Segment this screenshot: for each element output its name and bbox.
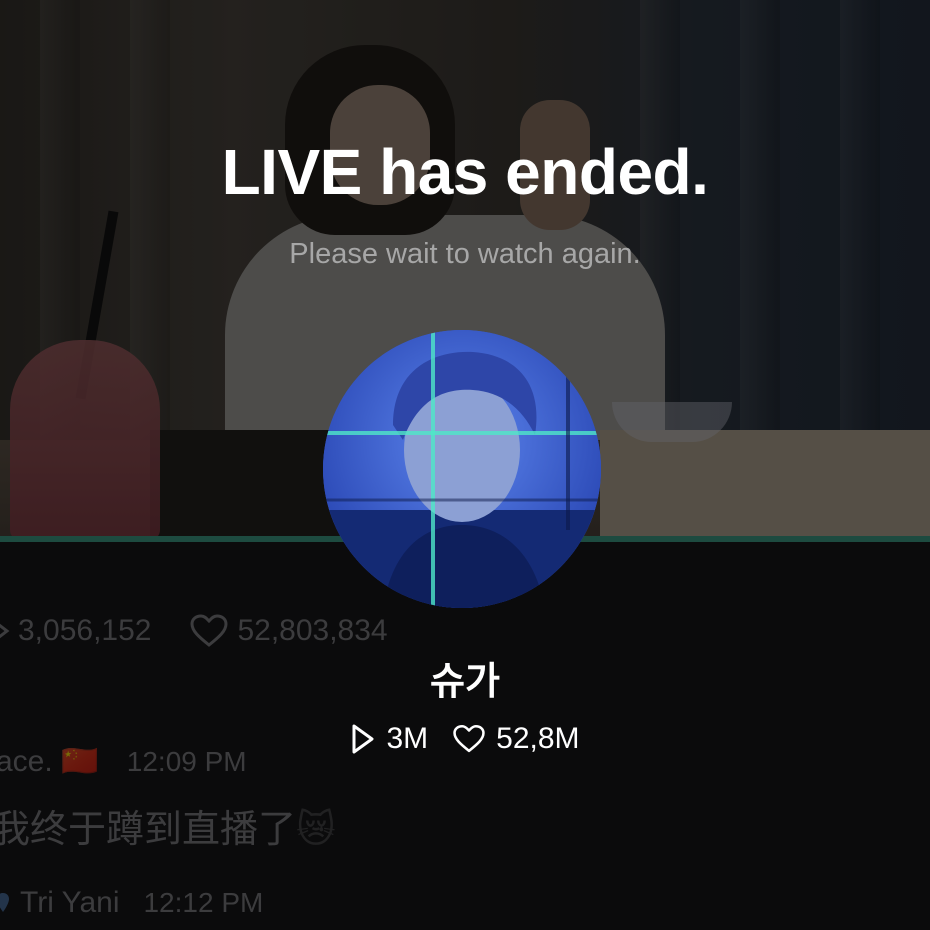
location-pin-icon [0,893,9,912]
play-count-stat: 3M [350,722,428,756]
heart-icon [190,614,228,647]
background-like-count: 52,803,834 [237,614,388,647]
background-stats-row: 3,056,152 52,803,834 [0,614,388,648]
profile-name[interactable]: 슈가 [0,650,930,705]
comment-username: Tri Yani [20,886,120,919]
profile-stats: 3M 52,8M [0,722,930,756]
heart-icon [453,724,485,753]
play-count: 3M [386,722,429,755]
play-icon [352,724,374,754]
play-icon [0,623,10,639]
live-ended-subtitle: Please wait to watch again. [289,238,641,270]
live-ended-title: LIVE has ended. [221,136,709,208]
crying-cat-emoji: 😿 [296,809,336,851]
avatar-image [323,330,601,608]
profile-avatar[interactable] [323,330,601,608]
comment-header: Tri Yani 12:12 PM [0,886,263,920]
comment-message: 我终于蹲到直播了 [0,809,297,851]
background-play-count: 3,056,152 [18,614,152,647]
like-count: 52,8M [496,722,580,755]
like-count-stat: 52,8M [452,722,580,756]
comment-time: 12:12 PM [143,887,264,918]
comment-text: 我终于蹲到直播了😿 [0,798,336,853]
